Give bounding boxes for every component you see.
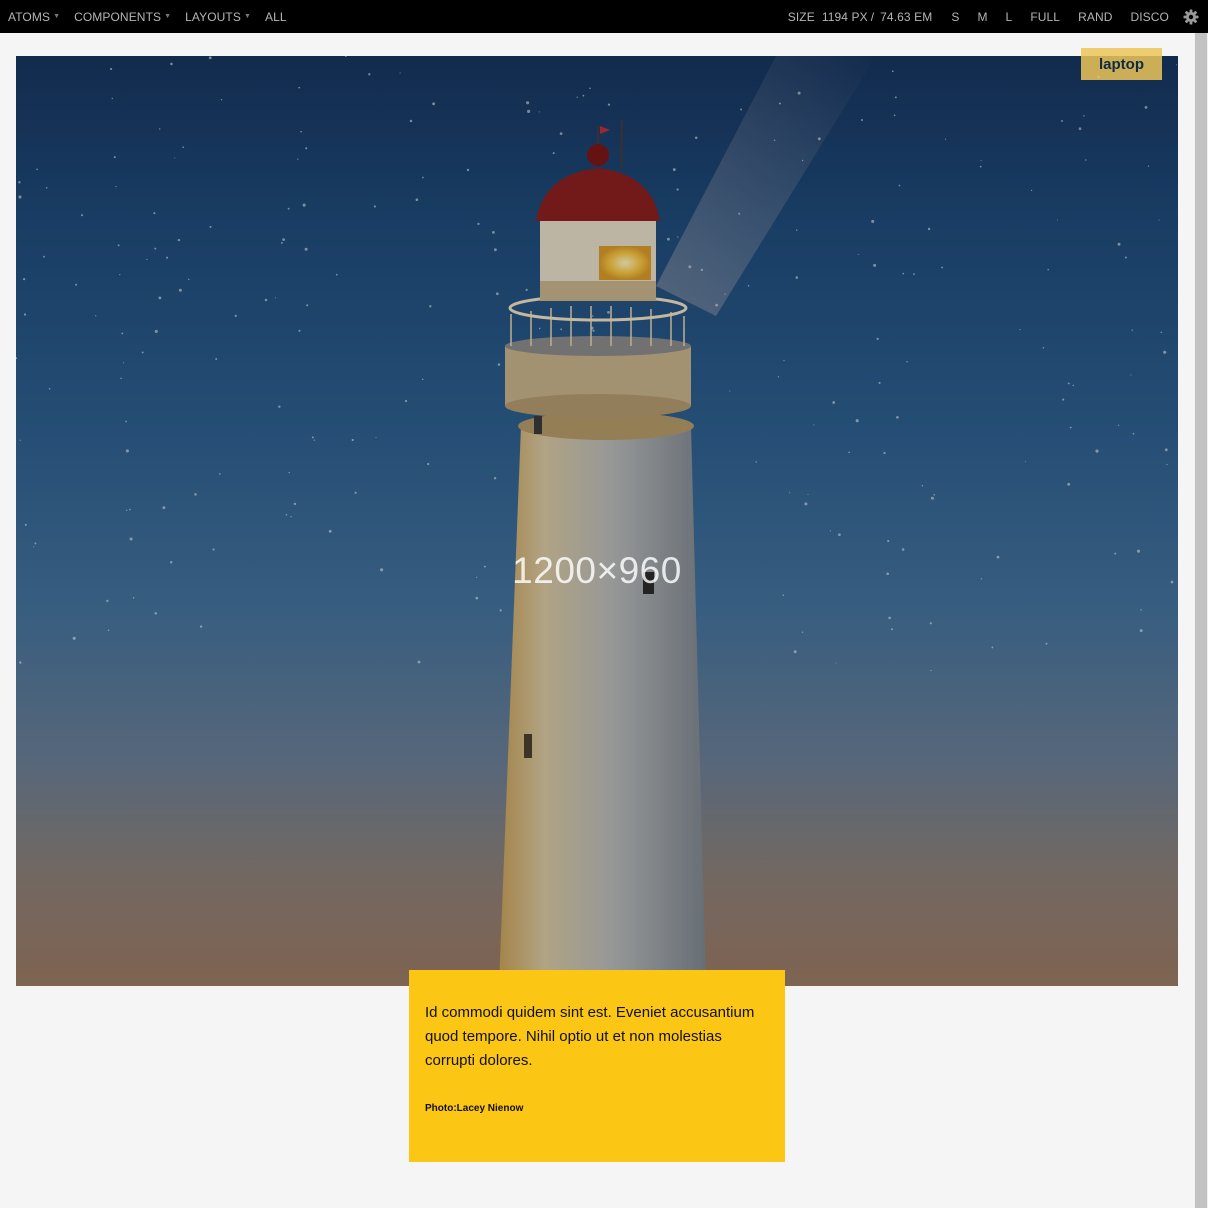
nav-layouts-label: LAYOUTS xyxy=(185,9,241,24)
size-em-field[interactable]: 74.63 EM xyxy=(880,10,932,24)
nav-all[interactable]: ALL xyxy=(265,10,287,24)
chevron-down-icon: ▼ xyxy=(53,13,61,20)
viewport-large-button[interactable]: L xyxy=(1006,10,1013,24)
toolbar-controls: SIZE 1194 PX / 74.63 EM S M L FULL RAND … xyxy=(788,0,1208,33)
size-em-unit: EM xyxy=(914,9,933,24)
size-px-field[interactable]: 1194 PX xyxy=(822,10,868,24)
viewport-disco-button[interactable]: DISCO xyxy=(1130,10,1169,24)
size-separator: / xyxy=(870,9,875,24)
nav-layouts[interactable]: LAYOUTS ▼ xyxy=(185,10,251,24)
nav-atoms-label: ATOMS xyxy=(8,9,51,24)
vertical-scrollbar[interactable] xyxy=(1194,33,1208,1208)
pattern-lab-toolbar: ATOMS ▼ COMPONENTS ▼ LAYOUTS ▼ ALL SIZE … xyxy=(0,0,1208,33)
size-px-unit: PX xyxy=(851,9,868,24)
nav-components-label: COMPONENTS xyxy=(74,9,162,24)
photo-credit: Photo:Lacey Nienow xyxy=(425,1103,524,1114)
nav-all-label: ALL xyxy=(265,9,287,24)
size-em-value: 74.63 xyxy=(880,9,911,24)
caption-text: Id commodi quidem sint est. Eveniet accu… xyxy=(425,1004,755,1069)
caption-card: Id commodi quidem sint est. Eveniet accu… xyxy=(409,970,785,1162)
hero-image: 1200×960 xyxy=(16,56,1178,986)
viewport-random-button[interactable]: RAND xyxy=(1078,10,1112,24)
size-label: SIZE xyxy=(787,9,815,24)
gear-icon[interactable] xyxy=(1183,8,1200,25)
viewport-full-button[interactable]: FULL xyxy=(1030,10,1060,24)
chevron-down-icon: ▼ xyxy=(164,13,172,20)
scrollbar-thumb[interactable] xyxy=(1195,33,1207,1208)
chevron-down-icon: ▼ xyxy=(243,13,251,20)
nav-components[interactable]: COMPONENTS ▼ xyxy=(74,10,171,24)
breakpoint-badge: laptop xyxy=(1081,48,1162,80)
viewport-small-button[interactable]: S xyxy=(951,10,959,24)
lighthouse-illustration xyxy=(16,56,1178,986)
toolbar-nav: ATOMS ▼ COMPONENTS ▼ LAYOUTS ▼ ALL xyxy=(8,0,287,33)
nav-atoms[interactable]: ATOMS ▼ xyxy=(8,10,60,24)
size-px-value: 1194 xyxy=(821,9,849,24)
viewport-size-readout: SIZE 1194 PX / 74.63 EM xyxy=(788,10,933,24)
viewport-medium-button[interactable]: M xyxy=(977,10,987,24)
image-dimensions-label: 1200×960 xyxy=(512,550,682,591)
